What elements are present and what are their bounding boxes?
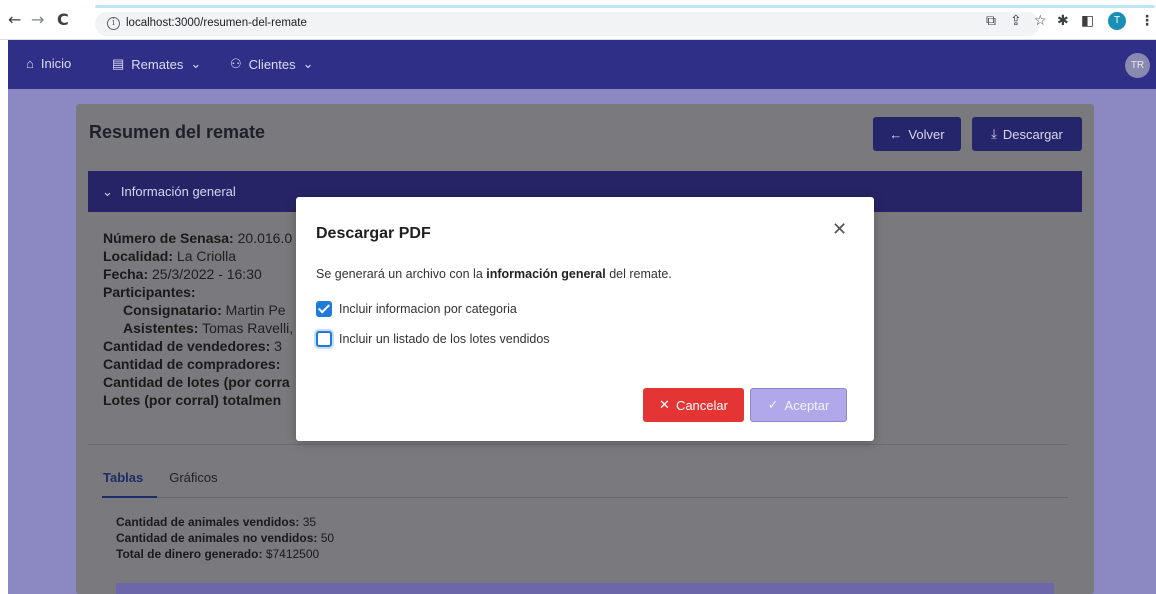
tab-bar: Tablas Gráficos: [103, 470, 218, 485]
forward-icon[interactable]: →: [31, 12, 44, 28]
chevron-down-icon: ⌄: [102, 183, 113, 199]
compradores-label: Cantidad de compradores:: [103, 356, 281, 372]
arrow-left-icon: ←: [889, 126, 903, 142]
vendidos-label: Cantidad de animales vendidos:: [116, 515, 300, 529]
browser-profile-avatar[interactable]: T: [1108, 12, 1126, 30]
active-tab-indicator: [102, 496, 157, 498]
lotes-label: Cantidad de lotes (por corra: [103, 374, 290, 390]
senasa-value: 20.016.0: [237, 230, 293, 246]
consignatario-value: Martin Pe: [225, 302, 286, 318]
general-info: Número de Senasa: 20.016.0 Localidad: La…: [103, 229, 293, 409]
modal-title: Descargar PDF: [316, 225, 431, 242]
no-vendidos-label: Cantidad de animales no vendidos:: [116, 531, 318, 545]
back-button-label: Volver: [908, 126, 945, 142]
url-text[interactable]: localhost:3000/resumen-del-remate: [126, 17, 307, 29]
extensions-icon[interactable]: ✱: [1057, 14, 1069, 28]
checkbox-lotes[interactable]: [316, 331, 332, 347]
address-bar[interactable]: i localhost:3000/resumen-del-remate: [95, 12, 1040, 36]
modal-text-bold: información general: [486, 267, 606, 281]
download-pdf-modal: Descargar PDF ✕ Se generará un archivo c…: [296, 197, 874, 441]
open-in-new-icon[interactable]: ⧉: [986, 14, 996, 28]
download-button[interactable]: ⤓ Descargar: [972, 117, 1082, 151]
user-avatar[interactable]: TR: [1125, 53, 1150, 78]
users-icon: ⚇: [230, 56, 242, 71]
chevron-down-icon: ⌄: [190, 56, 202, 71]
asistentes-label: Asistentes:: [123, 320, 199, 336]
download-icon: ⤓: [991, 126, 997, 141]
option-lotes-label[interactable]: Incluir un listado de los lotes vendidos: [339, 332, 550, 346]
checkbox-categoria[interactable]: [316, 301, 332, 317]
loading-bar: [95, 5, 1155, 8]
window-edge: [0, 40, 8, 594]
modal-description: Se generará un archivo con la informació…: [316, 267, 672, 281]
back-button[interactable]: ← Volver: [873, 117, 961, 151]
tab-graficos[interactable]: Gráficos: [169, 470, 217, 485]
accept-button-label: Aceptar: [784, 397, 830, 413]
participantes-label: Participantes:: [103, 284, 196, 300]
bookmark-star-icon[interactable]: ☆: [1034, 14, 1047, 28]
site-info-icon[interactable]: i: [107, 17, 120, 30]
close-icon: ✕: [659, 397, 670, 412]
share-icon[interactable]: ⇪: [1010, 14, 1022, 28]
page-title: Resumen del remate: [89, 122, 266, 142]
chevron-down-icon: ⌄: [302, 56, 314, 71]
asistentes-value: Tomas Ravelli,: [202, 320, 294, 336]
check-icon: ✓: [767, 397, 779, 412]
vendedores-label: Cantidad de vendedores:: [103, 338, 271, 354]
option-categoria-label[interactable]: Incluir informacion por categoria: [339, 302, 517, 316]
tab-baseline: [102, 497, 1068, 498]
table-header-bar: [116, 583, 1054, 594]
no-vendidos-value: 50: [320, 531, 335, 545]
tab-tablas[interactable]: Tablas: [103, 470, 143, 485]
home-icon: ⌂: [26, 56, 34, 71]
localidad-value: La Criolla: [176, 248, 237, 264]
fecha-value: 25/3/2022 - 16:30: [152, 266, 262, 282]
nav-inicio-label: Inicio: [40, 56, 72, 71]
nav-clientes[interactable]: ⚇ Clientes ⌄: [230, 56, 314, 72]
consignatario-label: Consignatario:: [123, 302, 222, 318]
nav-remates-label: Remates: [131, 56, 184, 72]
document-icon: ▤: [112, 56, 125, 71]
sales-stats: Cantidad de animales vendidos: 35 Cantid…: [116, 514, 334, 562]
lotes-total-label: Lotes (por corral) totalmen: [103, 392, 282, 408]
app-navbar: ⌂ Inicio ▤ Remates ⌄ ⚇ Clientes ⌄ TR: [8, 40, 1156, 89]
modal-text-suffix: del remate.: [605, 267, 672, 281]
option-lotes[interactable]: Incluir un listado de los lotes vendidos: [316, 331, 550, 347]
fecha-label: Fecha:: [103, 266, 149, 282]
cancel-button-label: Cancelar: [675, 397, 728, 413]
dinero-value: $7412500: [265, 547, 320, 561]
browser-toolbar: ← → C i localhost:3000/resumen-del-remat…: [0, 0, 1156, 40]
vendedores-value: 3: [274, 338, 282, 354]
download-button-label: Descargar: [1002, 126, 1063, 142]
divider: [88, 444, 1068, 445]
senasa-label: Número de Senasa:: [103, 230, 234, 246]
cancel-button[interactable]: ✕ Cancelar: [643, 388, 744, 422]
side-panel-icon[interactable]: ◧: [1081, 14, 1094, 28]
option-categoria[interactable]: Incluir informacion por categoria: [316, 301, 517, 317]
accordion-title: Información general: [120, 184, 236, 199]
localidad-label: Localidad:: [103, 248, 174, 264]
modal-text-prefix: Se generará un archivo con la: [316, 267, 487, 281]
nav-remates[interactable]: ▤ Remates ⌄: [112, 56, 201, 72]
browser-menu-icon[interactable]: ⋮: [1140, 14, 1154, 28]
vendidos-value: 35: [302, 515, 317, 529]
dinero-label: Total de dinero generado:: [116, 547, 263, 561]
reload-icon[interactable]: C: [57, 12, 69, 28]
accept-button[interactable]: ✓ Aceptar: [750, 388, 847, 422]
back-icon[interactable]: ←: [8, 12, 21, 28]
nav-clientes-label: Clientes: [248, 56, 296, 72]
nav-inicio[interactable]: ⌂ Inicio: [26, 56, 71, 71]
close-icon[interactable]: ✕: [832, 219, 847, 240]
